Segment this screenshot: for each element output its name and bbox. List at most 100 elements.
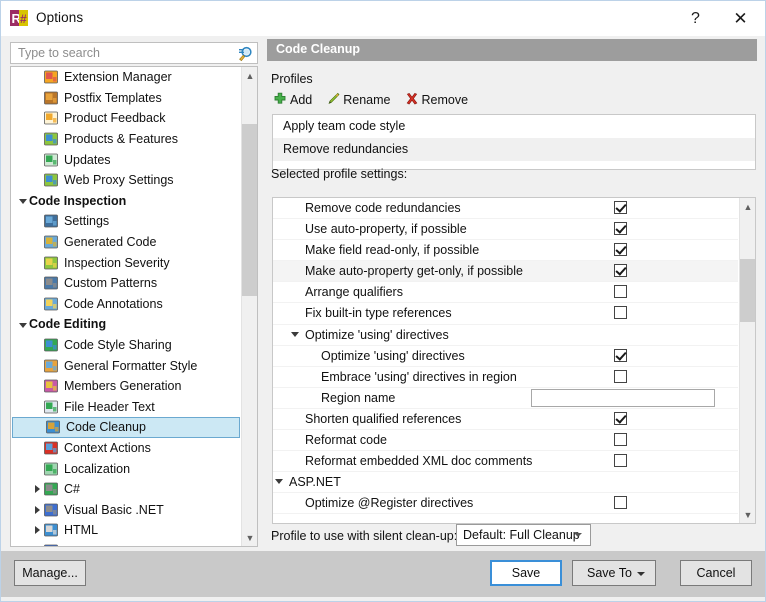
setting-checkbox[interactable]: [614, 454, 627, 468]
save-to-button[interactable]: Save To: [572, 560, 656, 586]
tree-item-html[interactable]: HTML: [11, 520, 241, 541]
setting-checkbox[interactable]: [614, 243, 627, 257]
tree-item-products-features[interactable]: Products & Features: [11, 129, 241, 150]
tree-item-extension-manager[interactable]: Extension Manager: [11, 67, 241, 88]
tree-item-label: Settings: [64, 214, 110, 229]
setting-checkbox[interactable]: [614, 369, 627, 383]
search-input[interactable]: Type to search: [10, 42, 258, 64]
setting-row[interactable]: Optimize @Register directives: [273, 493, 738, 515]
tree-item-code-annotations[interactable]: Code Annotations: [11, 294, 241, 315]
expander-open-icon[interactable]: [17, 191, 29, 211]
add-profile-button[interactable]: Add: [273, 92, 312, 109]
rename-profile-button[interactable]: Rename: [326, 92, 391, 109]
chevron-down-icon: [637, 572, 645, 576]
tree-item-label: Custom Patterns: [64, 276, 158, 291]
setting-row[interactable]: Reformat code: [273, 430, 738, 452]
setting-checkbox[interactable]: [614, 222, 627, 236]
setting-checkbox[interactable]: [614, 264, 627, 278]
expander-closed-icon[interactable]: [31, 541, 43, 546]
setting-checkbox[interactable]: [614, 411, 627, 425]
region-name-input[interactable]: [531, 388, 715, 407]
setting-checkbox[interactable]: [614, 496, 627, 510]
cancel-button[interactable]: Cancel: [680, 560, 752, 586]
scroll-down-icon[interactable]: ▼: [740, 506, 755, 523]
chevron-down-icon: [574, 533, 582, 537]
tree-item-updates[interactable]: Updates: [11, 149, 241, 170]
save-button[interactable]: Save: [490, 560, 562, 586]
tree-item-general-formatter-style[interactable]: General Formatter Style: [11, 355, 241, 376]
setting-row[interactable]: ASP.NET: [273, 472, 738, 494]
search-magnifier-icon[interactable]: [237, 46, 253, 62]
profile-list-item[interactable]: Remove redundancies: [273, 138, 755, 161]
settings-scrollbar[interactable]: ▲ ▼: [739, 198, 755, 523]
setting-checkbox[interactable]: [614, 348, 627, 362]
setting-row[interactable]: Optimize 'using' directives: [273, 325, 738, 346]
code-cleanup-icon: [45, 419, 62, 435]
tree-item-generated-code[interactable]: Generated Code: [11, 232, 241, 253]
scroll-down-icon[interactable]: ▼: [242, 529, 257, 546]
setting-row[interactable]: Make auto-property get-only, if possible: [273, 261, 738, 283]
setting-row[interactable]: Make field read-only, if possible: [273, 240, 738, 262]
tree-item-code-style-sharing[interactable]: Code Style Sharing: [11, 335, 241, 356]
extension-manager-icon: [43, 69, 60, 85]
setting-checkbox[interactable]: [614, 201, 627, 214]
profiles-list[interactable]: Apply team code style Remove redundancies: [272, 114, 756, 170]
tree-item-localization[interactable]: Localization: [11, 458, 241, 479]
tree-item-label: Code Annotations: [64, 296, 163, 311]
silent-cleanup-value: Default: Full Cleanup: [463, 528, 580, 542]
vbnet-icon: [43, 502, 60, 518]
profile-list-item[interactable]: Apply team code style: [273, 115, 755, 138]
setting-row[interactable]: Arrange qualifiers: [273, 282, 738, 304]
scroll-up-icon[interactable]: ▲: [242, 67, 257, 84]
expander-closed-icon[interactable]: [31, 520, 43, 540]
tree-item-product-feedback[interactable]: Product Feedback: [11, 108, 241, 129]
tree-item-postfix-templates[interactable]: Postfix Templates: [11, 88, 241, 109]
tree-scrollbar[interactable]: ▲ ▼: [241, 67, 257, 546]
tree-item-inspection-severity[interactable]: Inspection Severity: [11, 252, 241, 273]
tree-item-code-cleanup[interactable]: Code Cleanup: [12, 417, 240, 438]
remove-profile-button[interactable]: Remove: [405, 92, 468, 109]
silent-cleanup-profile-select[interactable]: Default: Full Cleanup: [456, 524, 591, 546]
expander-open-icon[interactable]: [275, 479, 283, 485]
tree-item-asp-net[interactable]: ASP.NET: [11, 541, 241, 546]
setting-row[interactable]: Shorten qualified references: [273, 409, 738, 431]
manage-button[interactable]: Manage...: [14, 560, 86, 586]
tree-item-code-editing[interactable]: Code Editing: [11, 314, 241, 335]
expander-closed-icon[interactable]: [31, 479, 43, 499]
tree-item-code-inspection[interactable]: Code Inspection: [11, 191, 241, 212]
settings-tree[interactable]: Extension Manager Postfix Templates Produc…: [10, 66, 258, 547]
setting-row[interactable]: Remove code redundancies: [273, 198, 738, 220]
tree-item-label: Visual Basic .NET: [64, 502, 164, 517]
tree-item-c[interactable]: C#: [11, 479, 241, 500]
expander-closed-icon[interactable]: [31, 500, 43, 520]
setting-checkbox[interactable]: [614, 285, 627, 299]
expander-open-icon[interactable]: [291, 331, 299, 337]
setting-row[interactable]: Use auto-property, if possible: [273, 219, 738, 241]
setting-checkbox[interactable]: [614, 306, 627, 320]
setting-row[interactable]: Optimize 'using' directives: [273, 346, 738, 367]
help-button[interactable]: ?: [673, 1, 718, 36]
tree-item-members-generation[interactable]: Members Generation: [11, 376, 241, 397]
tree-item-visual-basic-net[interactable]: Visual Basic .NET: [11, 499, 241, 520]
setting-row[interactable]: Region name: [273, 388, 738, 409]
setting-row[interactable]: Embrace 'using' directives in region: [273, 367, 738, 388]
close-button[interactable]: ✕: [718, 1, 763, 36]
plus-icon: [273, 92, 287, 109]
tree-item-file-header-text[interactable]: File Header Text: [11, 397, 241, 418]
generated-code-icon: [43, 234, 60, 250]
product-feedback-icon: [43, 110, 60, 126]
scrollbar-thumb[interactable]: [740, 259, 755, 322]
setting-row[interactable]: Fix built-in type references: [273, 303, 738, 325]
tree-items: Extension Manager Postfix Templates Produc…: [11, 67, 241, 546]
expander-open-icon[interactable]: [17, 314, 29, 334]
tree-item-custom-patterns[interactable]: Custom Patterns: [11, 273, 241, 294]
profile-settings-tree[interactable]: Remove code redundancies Use auto-propert…: [272, 197, 756, 524]
scroll-up-icon[interactable]: ▲: [740, 198, 755, 215]
setting-label: Use auto-property, if possible: [305, 222, 467, 237]
setting-row[interactable]: Reformat embedded XML doc comments: [273, 451, 738, 473]
tree-item-web-proxy-settings[interactable]: Web Proxy Settings: [11, 170, 241, 191]
scrollbar-thumb[interactable]: [242, 124, 257, 296]
tree-item-context-actions[interactable]: Context Actions: [11, 438, 241, 459]
setting-checkbox[interactable]: [614, 433, 627, 447]
tree-item-settings[interactable]: Settings: [11, 211, 241, 232]
